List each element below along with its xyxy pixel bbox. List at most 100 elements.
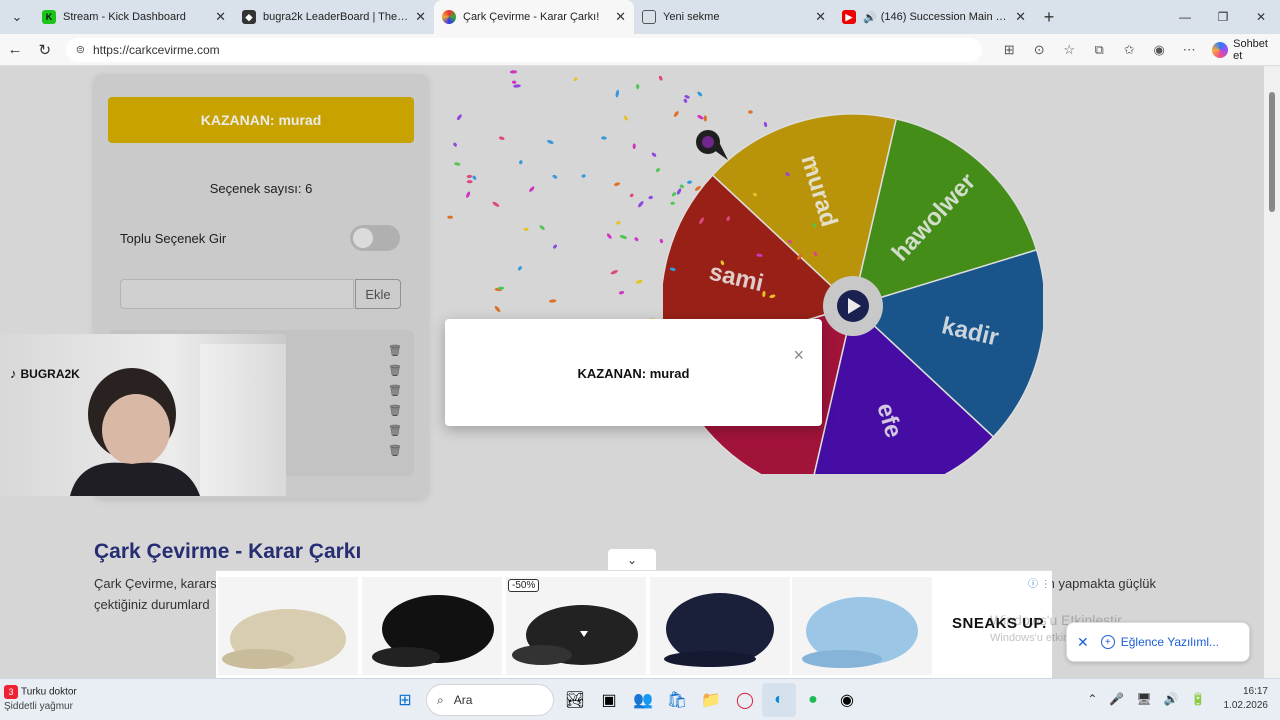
trash-icon[interactable]: 🗑: [388, 444, 402, 457]
taskbar: 3 Turku doktor Şiddetli yağmur ⊞ ⌕ Ara 🏞 ▣…: [0, 678, 1280, 720]
confetti-piece: [694, 185, 701, 191]
start-windows-icon[interactable]: ⊞: [388, 683, 422, 717]
streamer-watermark: ♪ BUGRA2K: [10, 366, 80, 381]
close-window-button[interactable]: ✕: [1242, 0, 1280, 34]
trash-icon[interactable]: 🗑: [388, 384, 402, 397]
cap-lightblue-image[interactable]: [792, 577, 932, 675]
scrollbar-thumb[interactable]: [1269, 92, 1275, 212]
add-button[interactable]: Ekle: [355, 279, 401, 309]
taskbar-search[interactable]: ⌕ Ara: [426, 684, 554, 716]
close-icon[interactable]: ✕: [615, 9, 626, 25]
trash-icon[interactable]: 🗑: [388, 364, 402, 377]
network-icon[interactable]: 🖥: [1136, 692, 1151, 706]
minimize-button[interactable]: —: [1166, 0, 1204, 34]
confetti-piece: [509, 70, 518, 74]
confetti-piece: [517, 266, 522, 271]
notification-toast[interactable]: ✕ + Eğlence Yazılıml...: [1066, 622, 1250, 662]
trash-icon[interactable]: 🗑: [388, 344, 402, 357]
option-input[interactable]: [120, 279, 354, 309]
toggle-knob: [353, 228, 373, 248]
opera-icon[interactable]: ◯: [728, 683, 762, 717]
clock[interactable]: 16:17 1.02.2026: [1224, 685, 1269, 713]
weather-subtitle: Şiddetli yağmur: [4, 700, 73, 712]
page-viewport: KAZANAN: murad Seçenek sayısı: 6 Toplu S…: [0, 66, 1264, 678]
confetti-piece: [492, 201, 500, 207]
cap-navy-image[interactable]: [650, 577, 790, 675]
new-tab-button[interactable]: +: [1034, 7, 1064, 28]
confetti-piece: [466, 174, 473, 179]
copilot-button[interactable]: Sohbet et: [1212, 38, 1280, 62]
confetti-piece: [638, 201, 644, 208]
refresh-button[interactable]: ↻: [30, 41, 60, 59]
tab-new-tab[interactable]: Yeni sekme ✕: [634, 0, 834, 34]
favorite-star-icon[interactable]: ☆: [1054, 42, 1084, 58]
close-icon[interactable]: ✕: [1077, 634, 1089, 651]
obs-icon[interactable]: ◉: [830, 683, 864, 717]
confetti-piece: [513, 84, 521, 88]
task-view-icon[interactable]: ▣: [592, 683, 626, 717]
tab-youtube[interactable]: ▶ 🔊 (146) Succession Main Theme ✕: [834, 0, 1034, 34]
store-icon[interactable]: 🛍: [660, 683, 694, 717]
weather-widget[interactable]: 3 Turku doktor Şiddetli yağmur: [4, 685, 77, 714]
article-line: Çark Çevirme, kararsı: [94, 576, 221, 591]
speaker-icon: 🔊: [863, 11, 877, 24]
ad-info-icon[interactable]: ⓘ ⋮: [1028, 575, 1051, 590]
edge-icon[interactable]: ◐: [762, 683, 796, 717]
url-field[interactable]: ⊜ https://carkcevirme.com: [65, 37, 983, 62]
file-explorer-icon[interactable]: 📁: [694, 683, 728, 717]
reading-icon[interactable]: ⊙: [1024, 42, 1054, 58]
apps-icon[interactable]: ⊞: [994, 42, 1024, 58]
trash-icon[interactable]: 🗑: [388, 404, 402, 417]
confetti-piece: [472, 175, 477, 180]
tab-kick-dashboard[interactable]: K Stream - Kick Dashboard ✕: [34, 0, 234, 34]
more-menu-icon[interactable]: ⋯: [1174, 42, 1204, 58]
address-bar-row: ← ↻ ⊜ https://carkcevirme.com ⊞ ⊙ ☆ ⧉ ✩ …: [0, 34, 1280, 66]
confetti-piece: [763, 121, 768, 128]
site-info-icon[interactable]: ⊜: [76, 43, 85, 56]
tab-cark-cevirme[interactable]: Çark Çevirme - Karar Çarkı! ✕: [434, 0, 634, 34]
microphone-icon[interactable]: 🎤: [1109, 692, 1124, 706]
copilot-icon: [1212, 41, 1229, 58]
confetti-piece: [454, 162, 461, 166]
confetti-piece: [659, 238, 664, 244]
bulk-entry-toggle[interactable]: [350, 225, 400, 251]
volume-icon[interactable]: 🔊: [1164, 692, 1179, 706]
confetti-piece: [762, 290, 766, 298]
confetti-piece: [679, 184, 685, 189]
close-icon[interactable]: ✕: [215, 9, 226, 25]
cap-black-image[interactable]: [362, 577, 502, 675]
profile-avatar-icon[interactable]: ◉: [1144, 42, 1174, 58]
extensions-icon[interactable]: ⧉: [1084, 42, 1114, 58]
teams-icon[interactable]: 👥: [626, 683, 660, 717]
restore-button[interactable]: ❐: [1204, 0, 1242, 34]
cap-beige-image[interactable]: [218, 577, 358, 675]
battery-icon[interactable]: 🔋: [1191, 692, 1206, 706]
vertical-scrollbar[interactable]: [1264, 66, 1280, 678]
close-icon[interactable]: ✕: [415, 9, 426, 25]
youtube-icon: ▶: [842, 10, 856, 24]
tab-leaderboard[interactable]: ◆ bugra2k LeaderBoard | The best C ✕: [234, 0, 434, 34]
streamer-name: BUGRA2K: [20, 366, 80, 381]
ad-collapse-button[interactable]: ⌄: [608, 549, 656, 571]
spotify-icon[interactable]: ●: [796, 683, 830, 717]
window-controls: — ❐ ✕: [1166, 0, 1280, 34]
confetti-piece: [676, 188, 682, 195]
confetti-piece: [753, 192, 757, 197]
confetti-piece: [813, 251, 818, 257]
close-icon[interactable]: ✕: [815, 9, 826, 25]
widgets-icon[interactable]: 🏞: [558, 683, 592, 717]
confetti-piece: [632, 143, 636, 149]
toast-label: Eğlence Yazılıml...: [1120, 635, 1220, 649]
close-icon[interactable]: ×: [793, 345, 804, 366]
confetti-piece: [553, 244, 557, 249]
chevron-up-icon[interactable]: ⌃: [1087, 692, 1097, 706]
confetti-piece: [547, 139, 554, 145]
confetti-piece: [552, 174, 558, 179]
confetti-piece: [634, 237, 639, 242]
trash-icon[interactable]: 🗑: [388, 424, 402, 437]
ad-banner[interactable]: -50% SNEAKS UP. ⓘ ⋮: [216, 570, 1052, 678]
tab-actions-menu[interactable]: ⌄: [0, 0, 34, 34]
back-button[interactable]: ←: [0, 41, 30, 58]
close-icon[interactable]: ✕: [1015, 9, 1026, 25]
favorites-icon[interactable]: ✩: [1114, 42, 1144, 58]
